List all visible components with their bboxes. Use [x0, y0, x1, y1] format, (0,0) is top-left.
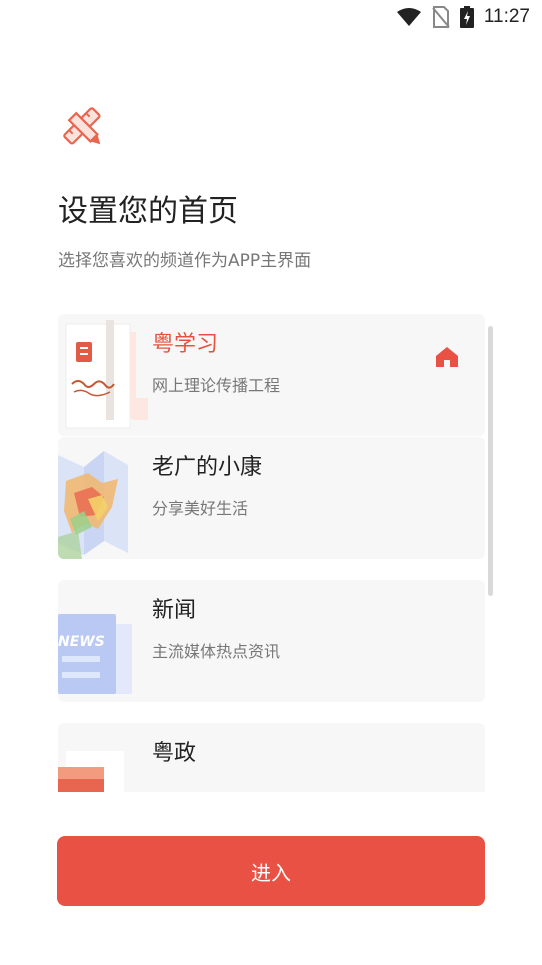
channel-name: 老广的小康	[152, 455, 263, 480]
pencil-ruler-icon	[63, 107, 101, 145]
list-scrollbar[interactable]	[488, 326, 493, 596]
channel-name: 粤政	[152, 741, 197, 766]
wifi-icon	[396, 8, 421, 26]
page-title: 设置您的首页	[58, 194, 238, 229]
page-subtitle: 选择您喜欢的频道作为APP主界面	[58, 251, 312, 271]
news-thumb-text: NEWS	[58, 634, 105, 650]
enter-button[interactable]: 进入	[57, 836, 485, 906]
channel-list[interactable]: 粤学习 网上理论传播工程 老广的小康 分享美好生活 NEWS 新闻 主流媒体热点…	[58, 314, 485, 792]
status-icons: 11:27	[396, 6, 530, 28]
gov-thumb	[58, 723, 150, 792]
home-icon	[436, 347, 458, 367]
channel-desc: 主流媒体热点资讯	[152, 642, 281, 661]
channel-name: 粤学习	[152, 332, 219, 357]
status-time: 11:27	[483, 6, 530, 27]
status-bar: 11:27	[0, 0, 542, 40]
channel-name: 新闻	[152, 598, 197, 623]
channel-desc: 分享美好生活	[152, 499, 249, 518]
map-thumb	[58, 437, 150, 559]
yue-xuexi-book-thumb	[58, 314, 150, 436]
battery-charging-icon	[459, 6, 474, 28]
channel-card-yuezheng[interactable]: 粤政	[58, 723, 485, 792]
channel-card-laoguang[interactable]: 老广的小康 分享美好生活	[58, 437, 485, 559]
no-sim-icon	[432, 6, 450, 28]
news-thumb: NEWS	[58, 580, 150, 702]
channel-card-news[interactable]: NEWS 新闻 主流媒体热点资讯	[58, 580, 485, 702]
channel-card-yue-xuexi[interactable]: 粤学习 网上理论传播工程	[58, 314, 485, 436]
channel-desc: 网上理论传播工程	[152, 376, 281, 395]
